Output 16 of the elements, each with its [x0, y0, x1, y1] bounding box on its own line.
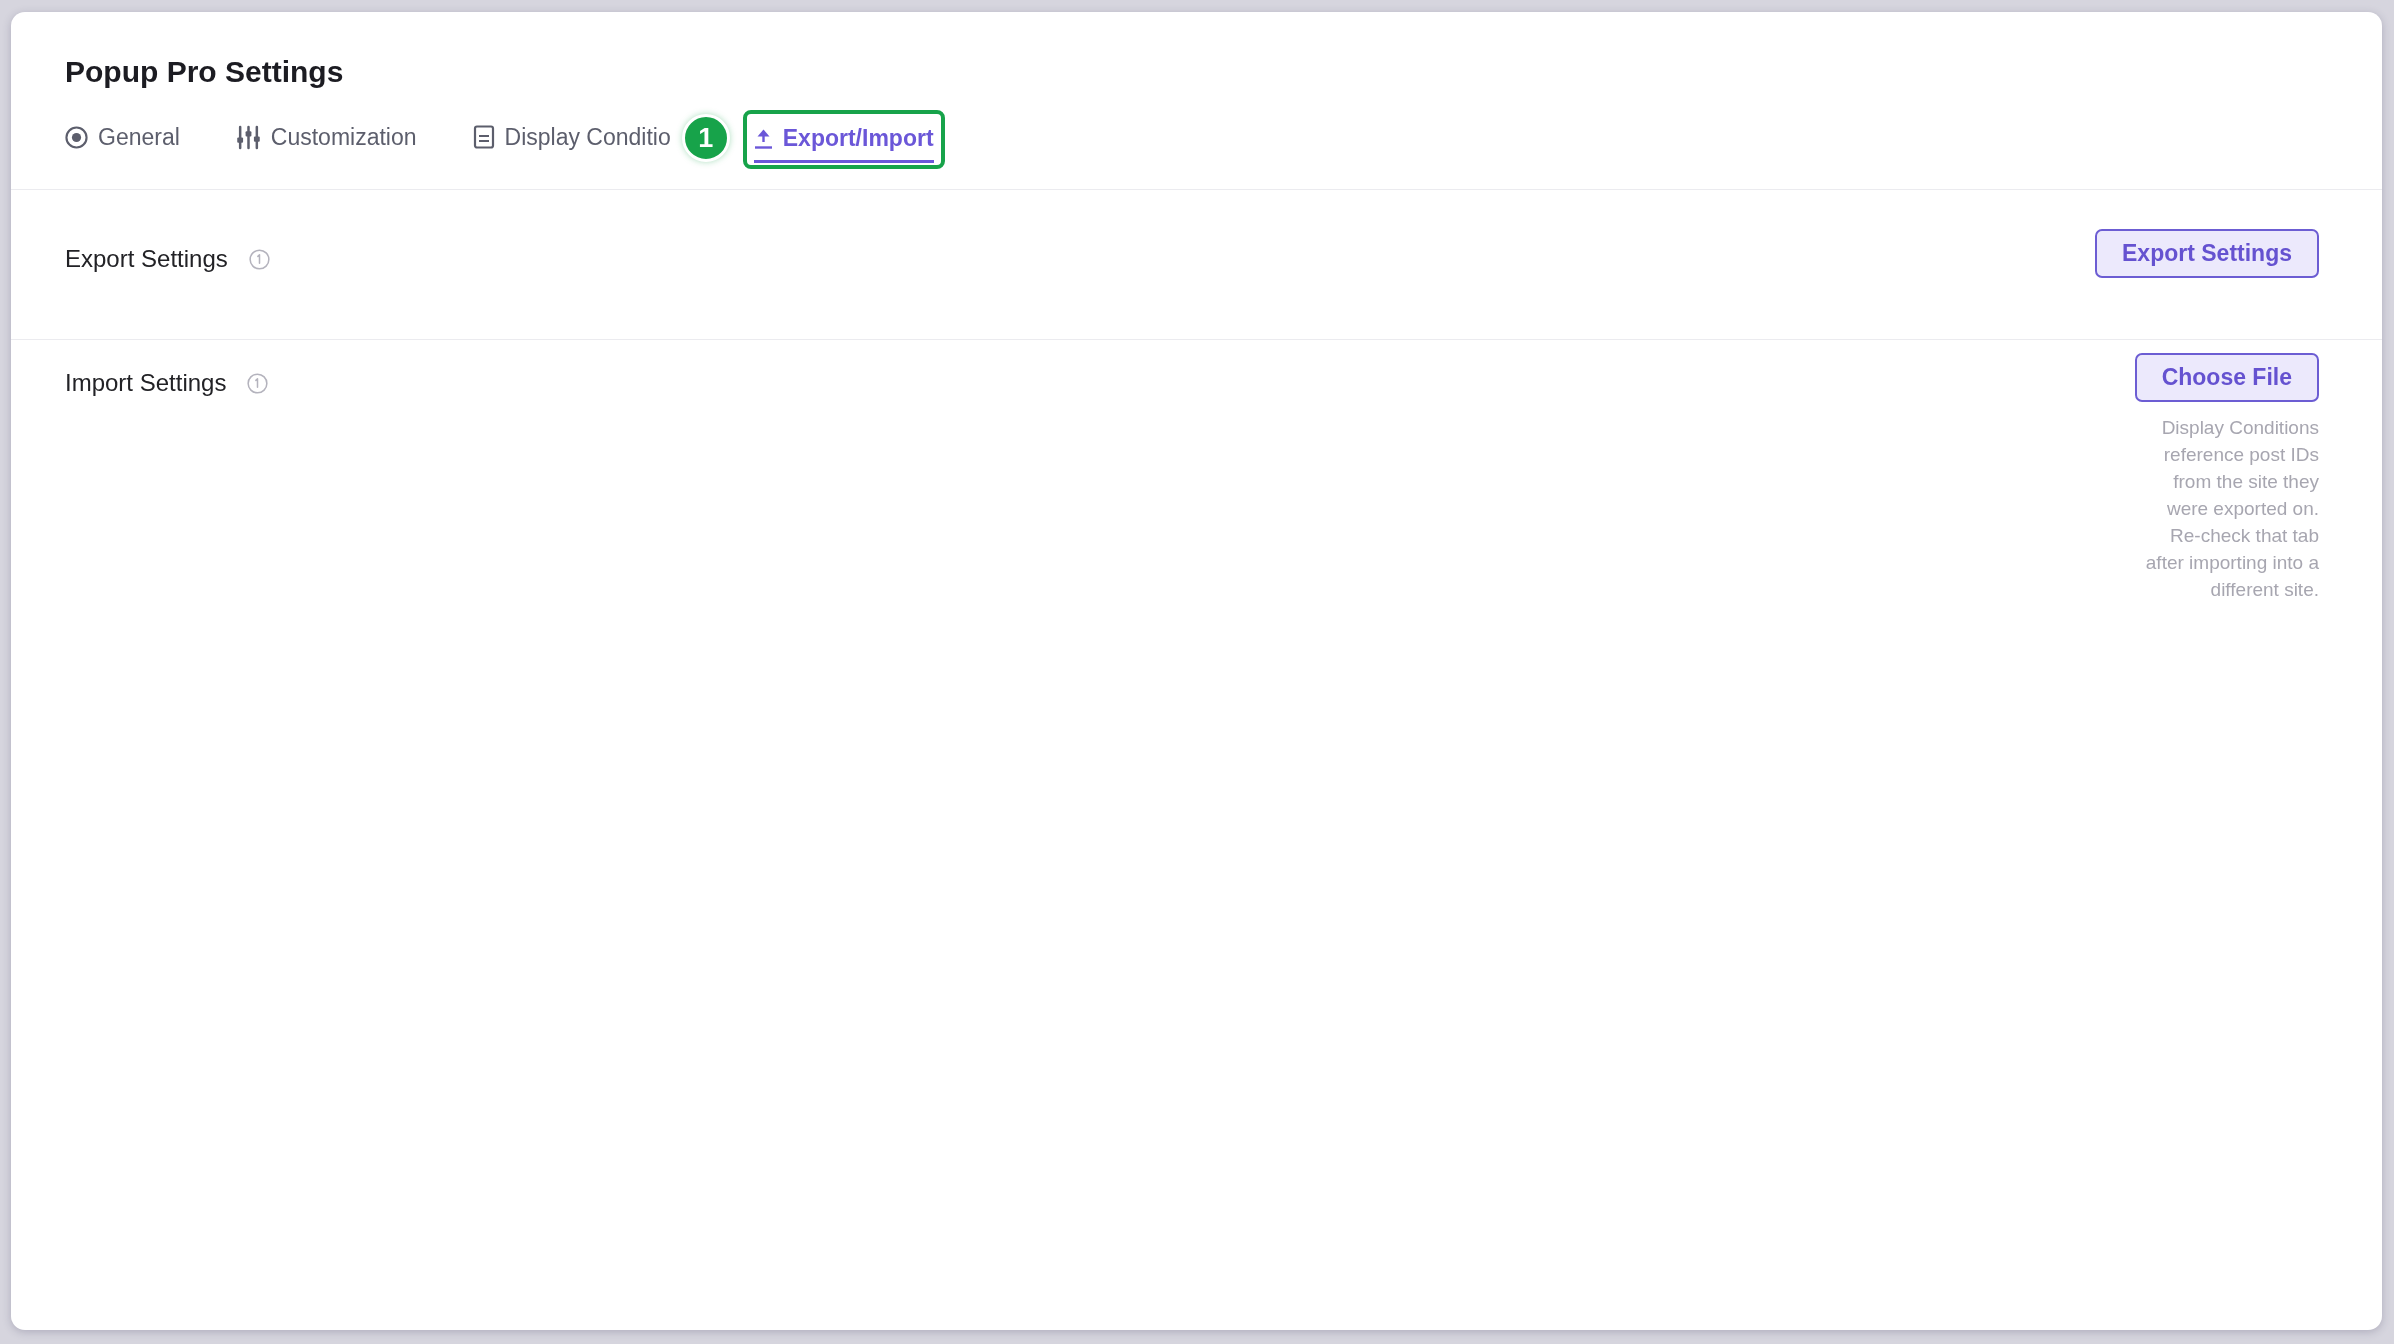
info-icon [248, 248, 270, 270]
setting-label: Export Settings [65, 245, 228, 273]
tab[interactable]: Export/Import [753, 118, 934, 163]
upload-icon [753, 127, 773, 149]
action-button[interactable]: Choose File [2134, 353, 2319, 402]
help-text: Display Conditions reference post IDs from the site they were exported on. Re-check that tab after importing into a different site. [2144, 416, 2319, 602]
page-title: Popup Pro Settings [65, 54, 344, 90]
setting-label: Import Settings [65, 369, 227, 397]
tab[interactable]: General [65, 117, 180, 162]
action-button[interactable]: Export Settings [2095, 229, 2319, 278]
tab[interactable]: Display Conditio [472, 117, 671, 162]
document-icon [472, 125, 495, 149]
radio-circle-icon [65, 125, 88, 149]
tab[interactable]: Customization [235, 117, 417, 162]
info-icon [247, 372, 269, 394]
sliders-icon [235, 124, 261, 150]
